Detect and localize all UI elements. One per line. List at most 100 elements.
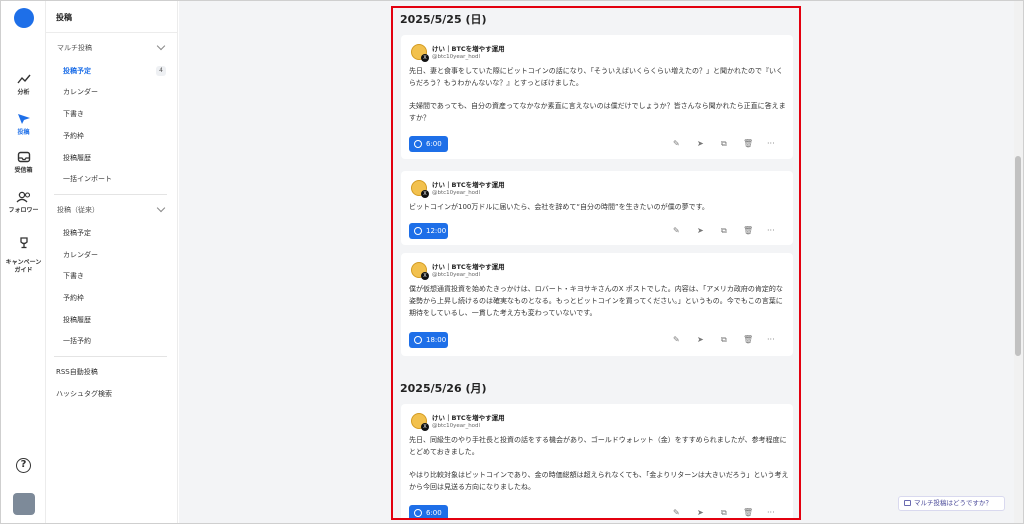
count-badge: 4 <box>156 66 166 76</box>
menu-item-legacy-drafts[interactable]: 下書き <box>63 271 84 281</box>
post-text: 先日、妻と食事をしていた際にビットコインの話になり、「そういえばいくらくらい増え… <box>409 67 786 122</box>
more-icon[interactable]: ··· <box>767 508 775 517</box>
account-handle: @btc10year_hodl <box>432 423 481 429</box>
rail-label: フォロワー <box>8 207 39 214</box>
chart-icon <box>16 74 31 84</box>
delete-icon[interactable]: 🗑 <box>743 139 753 148</box>
menu-item-bulk-import[interactable]: 一括インポート <box>63 174 112 184</box>
rail-label: キャンペーン ガイド <box>5 259 42 274</box>
account-name: けい｜BTCを増やす運用 <box>432 414 505 422</box>
sub-menu: 投稿 マルチ投稿 投稿予定 4 カレンダー 下書き 予約枠 投稿履歴 一括インポ… <box>46 1 178 523</box>
post-actions: ✎ ➤ ⧉ 🗑 ··· <box>661 139 781 151</box>
rail-item-posts[interactable]: 投稿 <box>1 113 46 136</box>
edit-icon[interactable]: ✎ <box>673 226 680 235</box>
scrollbar-thumb[interactable] <box>1015 156 1021 356</box>
account-name: けい｜BTCを増やす運用 <box>432 45 505 53</box>
section-multi-post-header[interactable]: マルチ投稿 <box>57 43 92 53</box>
copy-icon[interactable]: ⧉ <box>721 335 727 345</box>
rail-item-campaign[interactable]: キャンペーン ガイド <box>1 229 46 275</box>
delete-icon[interactable]: 🗑 <box>743 226 753 235</box>
menu-item-legacy-slots[interactable]: 予約枠 <box>63 293 84 303</box>
clock-icon <box>414 140 422 148</box>
account-handle: @btc10year_hodl <box>432 272 481 278</box>
chat-suggestion-button[interactable]: マルチ投稿はどうですか？ <box>898 496 1005 511</box>
users-icon <box>16 191 30 203</box>
post-text: 僕が仮想通貨投資を始めたきっかけは、ロバート・キヨサキさんのX ポストでした。内… <box>409 285 783 317</box>
rail-label: 投稿 <box>17 129 30 136</box>
edit-icon[interactable]: ✎ <box>673 335 680 344</box>
menu-item-legacy-bulk[interactable]: 一括予約 <box>63 336 91 346</box>
edit-icon[interactable]: ✎ <box>673 139 680 148</box>
scrollbar[interactable] <box>1014 1 1023 523</box>
copy-icon[interactable]: ⧉ <box>721 139 727 149</box>
chevron-down-icon[interactable] <box>156 41 166 51</box>
chevron-down-icon[interactable] <box>156 203 166 213</box>
rail-item-inbox[interactable]: 受信箱 <box>1 151 46 174</box>
account-name: けい｜BTCを増やす運用 <box>432 181 505 189</box>
feed-highlight: 2025/5/25 (日) X けい｜BTCを増やす運用 @btc10year_… <box>391 6 801 520</box>
x-logo-icon: X <box>421 54 429 62</box>
account-avatar: X <box>411 262 429 280</box>
post-card[interactable]: X けい｜BTCを増やす運用 @btc10year_hodl ビットコインが10… <box>401 171 793 245</box>
menu-item-legacy-calendar[interactable]: カレンダー <box>63 250 98 260</box>
x-logo-icon: X <box>421 423 429 431</box>
post-actions: ✎ ➤ ⧉ 🗑 ··· <box>661 508 781 518</box>
send-icon[interactable]: ➤ <box>697 226 704 235</box>
schedule-time-button[interactable]: 6:00 <box>409 136 448 152</box>
menu-item-slots[interactable]: 予約枠 <box>63 131 84 141</box>
divider <box>54 356 167 357</box>
user-avatar[interactable] <box>13 493 35 515</box>
post-card[interactable]: X けい｜BTCを増やす運用 @btc10year_hodl 先日、同級生のやり… <box>401 404 793 518</box>
trophy-icon <box>19 237 28 249</box>
help-icon[interactable]: ? <box>16 458 31 473</box>
send-icon[interactable]: ➤ <box>697 139 704 148</box>
post-text: ビットコインが100万ドルに届いたら、会社を辞めて“自分の時間”を生きたいのが僕… <box>409 203 709 211</box>
post-text: 先日、同級生のやり手社長と投資の話をする機会があり、ゴールドウォレット（金）をす… <box>409 436 789 491</box>
divider <box>46 32 178 33</box>
edit-icon[interactable]: ✎ <box>673 508 680 517</box>
menu-item-scheduled[interactable]: 投稿予定 <box>63 66 91 76</box>
menu-item-calendar[interactable]: カレンダー <box>63 87 98 97</box>
icon-rail: 分析 投稿 受信箱 フォロワー キャンペーン ガイド ? <box>1 1 46 523</box>
menu-item-rss[interactable]: RSS自動投稿 <box>56 367 98 377</box>
account-handle: @btc10year_hodl <box>432 54 481 60</box>
post-card[interactable]: X けい｜BTCを増やす運用 @btc10year_hodl 僕が仮想通貨投資を… <box>401 253 793 356</box>
delete-icon[interactable]: 🗑 <box>743 508 753 517</box>
schedule-time-button[interactable]: 12:00 <box>409 223 448 239</box>
clock-icon <box>414 227 422 235</box>
divider <box>54 194 167 195</box>
date-heading: 2025/5/25 (日) <box>400 13 487 26</box>
schedule-time-button[interactable]: 18:00 <box>409 332 448 348</box>
x-logo-icon: X <box>421 272 429 280</box>
menu-item-legacy-scheduled[interactable]: 投稿予定 <box>63 228 91 238</box>
menu-item-history[interactable]: 投稿履歴 <box>63 153 91 163</box>
account-avatar: X <box>411 413 429 431</box>
app-logo-icon[interactable] <box>14 8 34 28</box>
schedule-time-button[interactable]: 6:00 <box>409 505 448 518</box>
copy-icon[interactable]: ⧉ <box>721 226 727 236</box>
more-icon[interactable]: ··· <box>767 335 775 344</box>
more-icon[interactable]: ··· <box>767 226 775 235</box>
send-icon[interactable]: ➤ <box>697 508 704 517</box>
menu-item-drafts[interactable]: 下書き <box>63 109 84 119</box>
rail-label: 受信箱 <box>14 167 33 174</box>
inbox-icon <box>17 151 30 163</box>
clock-icon <box>414 336 422 344</box>
post-card[interactable]: X けい｜BTCを増やす運用 @btc10year_hodl 先日、妻と食事をし… <box>401 35 793 159</box>
post-actions: ✎ ➤ ⧉ 🗑 ··· <box>661 226 781 238</box>
copy-icon[interactable]: ⧉ <box>721 508 727 518</box>
account-avatar: X <box>411 44 429 62</box>
account-handle: @btc10year_hodl <box>432 190 481 196</box>
clock-icon <box>414 509 422 517</box>
more-icon[interactable]: ··· <box>767 139 775 148</box>
rail-label: 分析 <box>17 89 30 96</box>
send-icon[interactable]: ➤ <box>697 335 704 344</box>
rail-item-followers[interactable]: フォロワー <box>1 191 46 214</box>
menu-item-legacy-history[interactable]: 投稿履歴 <box>63 315 91 325</box>
send-icon <box>17 114 30 124</box>
post-actions: ✎ ➤ ⧉ 🗑 ··· <box>661 335 781 347</box>
section-legacy-header[interactable]: 投稿（従来） <box>57 205 99 215</box>
rail-item-analytics[interactable]: 分析 <box>1 73 46 96</box>
delete-icon[interactable]: 🗑 <box>743 335 753 344</box>
menu-item-hashtag-search[interactable]: ハッシュタグ検索 <box>56 389 112 399</box>
